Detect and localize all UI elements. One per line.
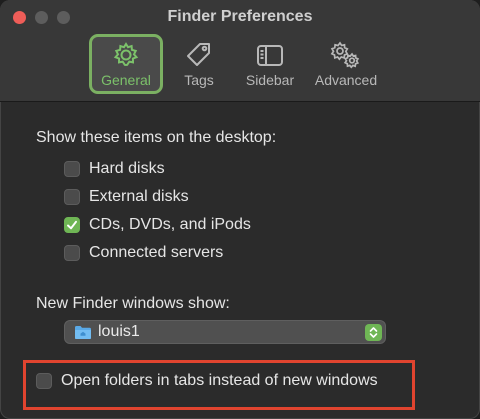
finder-preferences-window: Finder Preferences General Tags Sidebar …	[0, 0, 480, 419]
external-disks-checkbox[interactable]	[64, 189, 80, 205]
cds-dvds-ipods-checkbox[interactable]	[64, 217, 80, 233]
new-window-location-popup[interactable]: louis1	[64, 320, 386, 344]
popup-stepper[interactable]	[365, 324, 382, 341]
open-in-tabs-label: Open folders in tabs instead of new wind…	[61, 372, 378, 389]
hard-disks-checkbox[interactable]	[64, 161, 80, 177]
tab-advanced[interactable]: Advanced	[309, 34, 383, 94]
tab-tags-label: Tags	[184, 72, 214, 88]
new-window-heading: New Finder windows show:	[36, 295, 230, 312]
checkbox-open-in-tabs[interactable]: Open folders in tabs instead of new wind…	[36, 372, 378, 390]
sidebar-icon	[257, 45, 283, 66]
tag-icon	[187, 43, 210, 66]
connected-servers-label: Connected servers	[89, 244, 224, 261]
window-title: Finder Preferences	[167, 8, 313, 25]
gears-icon	[330, 41, 360, 69]
tab-general-label: General	[101, 72, 151, 88]
home-folder-icon	[75, 325, 91, 339]
desktop-items-heading: Show these items on the desktop:	[36, 129, 277, 146]
open-in-tabs-checkbox[interactable]	[36, 373, 52, 389]
hard-disks-label: Hard disks	[89, 160, 165, 177]
cds-dvds-ipods-label: CDs, DVDs, and iPods	[89, 216, 251, 233]
tab-sidebar[interactable]: Sidebar	[233, 34, 307, 94]
tab-general[interactable]: General	[89, 34, 163, 94]
checkmark-icon	[67, 220, 77, 230]
checkbox-connected-servers[interactable]: Connected servers	[64, 243, 223, 263]
chevron-up-down-icon	[369, 327, 378, 338]
connected-servers-checkbox[interactable]	[64, 245, 80, 261]
general-pane: Show these items on the desktop: Hard di…	[0, 102, 480, 419]
tab-sidebar-label: Sidebar	[245, 72, 295, 88]
external-disks-label: External disks	[89, 188, 189, 205]
checkbox-cds-dvds-ipods[interactable]: CDs, DVDs, and iPods	[64, 215, 251, 235]
tab-tags[interactable]: Tags	[162, 34, 236, 94]
checkbox-external-disks[interactable]: External disks	[64, 187, 189, 207]
gear-icon	[113, 42, 139, 67]
titlebar: Finder Preferences General Tags Sidebar …	[0, 0, 480, 102]
checkbox-hard-disks[interactable]: Hard disks	[64, 159, 165, 179]
tab-advanced-label: Advanced	[314, 72, 378, 88]
popup-selected-value: louis1	[98, 323, 140, 340]
